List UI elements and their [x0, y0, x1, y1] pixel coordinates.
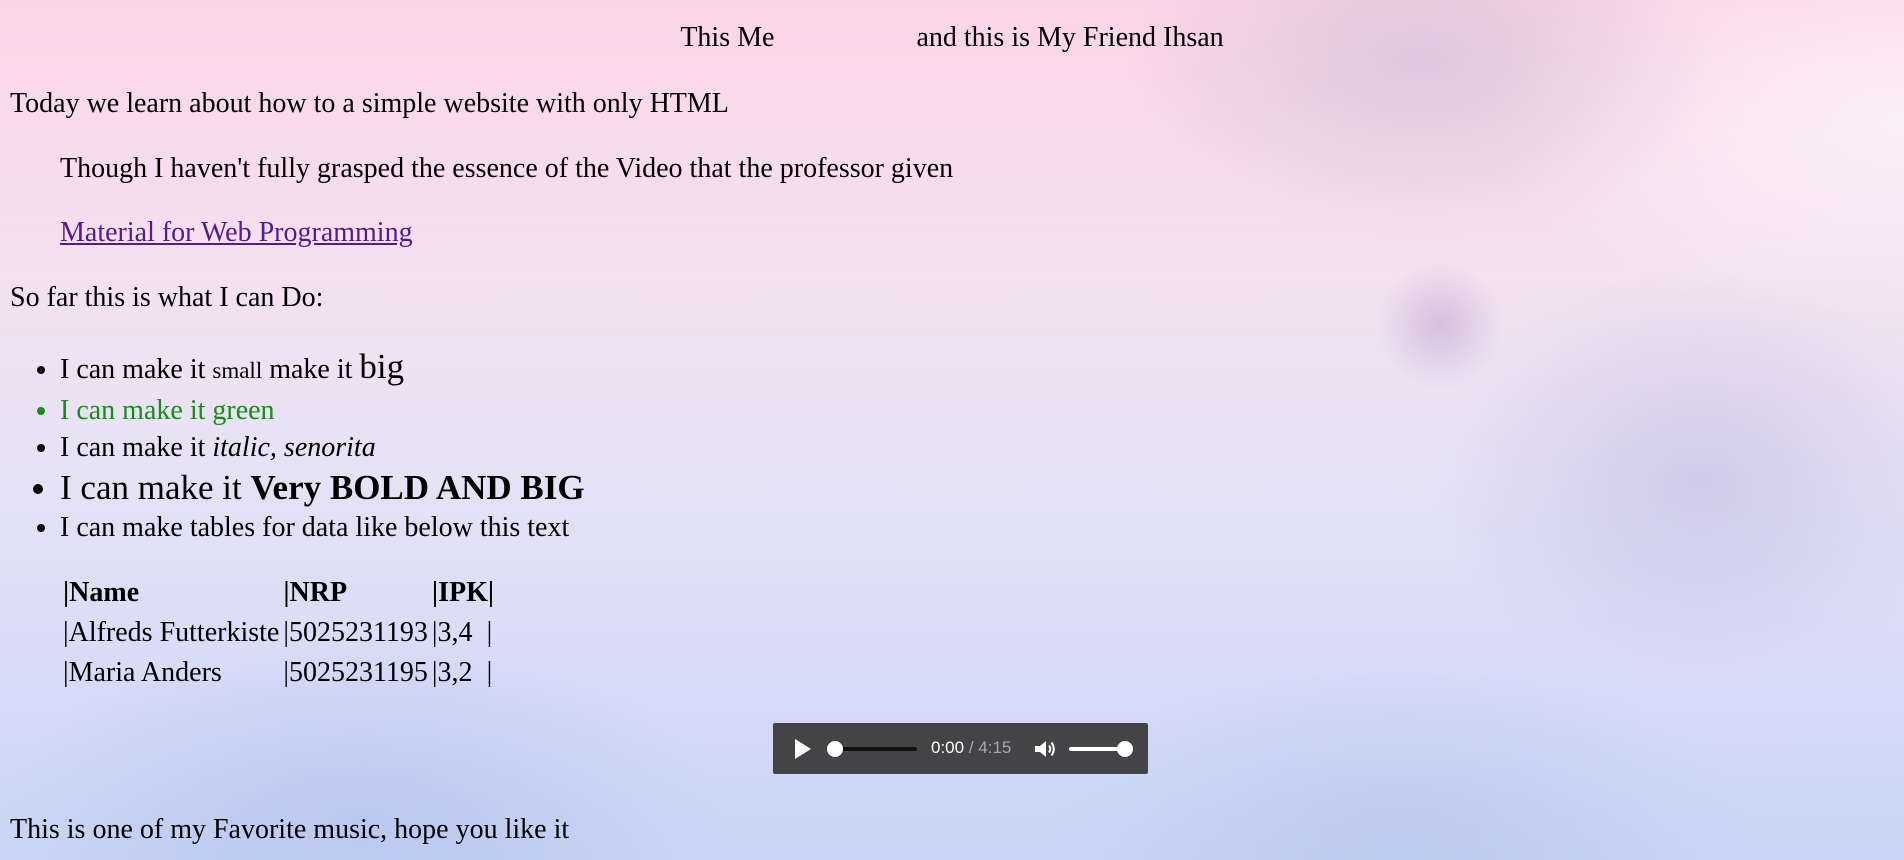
play-icon[interactable]	[795, 739, 811, 759]
cell-ipk: |3,2	[431, 657, 473, 688]
cell-end: |	[486, 657, 493, 688]
skill-bold-prefix: I can make it	[60, 468, 251, 507]
intro-text: Today we learn about how to a simple web…	[10, 88, 729, 119]
cell-ipk: |3,4	[431, 617, 473, 648]
cell-name: |Maria Anders	[63, 657, 222, 688]
skill-italic: I can make it italic, senorita	[60, 428, 585, 468]
skill-green: I can make it green	[60, 394, 585, 428]
volume-icon[interactable]	[1033, 738, 1057, 760]
music-text: This is one of my Favorite music, hope y…	[10, 814, 570, 845]
caption-friend: and this is My Friend Ihsan	[916, 22, 1224, 53]
bold-text: Very BOLD AND BIG	[250, 468, 585, 507]
current-time: 0:00	[931, 738, 965, 757]
big-text: big	[359, 347, 405, 386]
skill-italic-prefix: I can make it	[60, 432, 213, 463]
material-link-wrapper: Material for Web Programming	[60, 213, 413, 253]
skill-size: I can make it small make it big	[60, 344, 585, 394]
cell-end: |	[486, 617, 493, 648]
student-table: |Name |NRP |IPK| |Alfreds Futterkiste |5…	[60, 572, 497, 694]
photo-caption-row: This Me and this is My Friend Ihsan	[0, 16, 1904, 60]
progress-slider[interactable]	[827, 741, 917, 757]
progress-thumb[interactable]	[827, 741, 843, 757]
skill-tables: I can make tables for data like below th…	[60, 508, 585, 548]
tables-text: I can make tables for data like below th…	[60, 512, 570, 543]
table-header-row: |Name |NRP |IPK|	[62, 574, 495, 612]
audio-player[interactable]: 0:00 / 4:15	[773, 723, 1148, 774]
skills-heading: So far this is what I can Do:	[10, 282, 324, 313]
table-row: |Maria Anders |5025231195 |3,2 |	[62, 654, 495, 692]
duration: 4:15	[978, 738, 1012, 757]
skill-bold: I can make it Very BOLD AND BIG	[60, 468, 585, 508]
material-link[interactable]: Material for Web Programming	[60, 217, 413, 248]
header-name: |Name	[63, 577, 140, 608]
cell-name: |Alfreds Futterkiste	[63, 617, 280, 648]
volume-slider[interactable]	[1069, 741, 1133, 757]
skills-list: I can make it small make it big I can ma…	[20, 344, 585, 548]
skill-size-prefix: I can make it	[60, 354, 213, 385]
caption-this-me: This Me	[680, 22, 775, 53]
blockquote-text: Though I haven't fully grasped the essen…	[60, 153, 954, 184]
green-text: I can make it green	[60, 395, 275, 426]
header-nrp: |NRP	[283, 577, 348, 608]
volume-thumb[interactable]	[1117, 741, 1133, 757]
time-display: 0:00 / 4:15	[931, 737, 1011, 759]
cell-nrp: |5025231193	[283, 617, 428, 648]
table-row: |Alfreds Futterkiste |5025231193 |3,4 |	[62, 614, 495, 652]
skill-size-middle: make it	[262, 354, 360, 385]
small-text: small	[212, 358, 263, 383]
italic-text: italic, senorita	[212, 432, 376, 463]
time-separator: /	[964, 738, 979, 757]
header-ipk: |IPK|	[431, 577, 495, 608]
cell-nrp: |5025231195	[283, 657, 428, 688]
